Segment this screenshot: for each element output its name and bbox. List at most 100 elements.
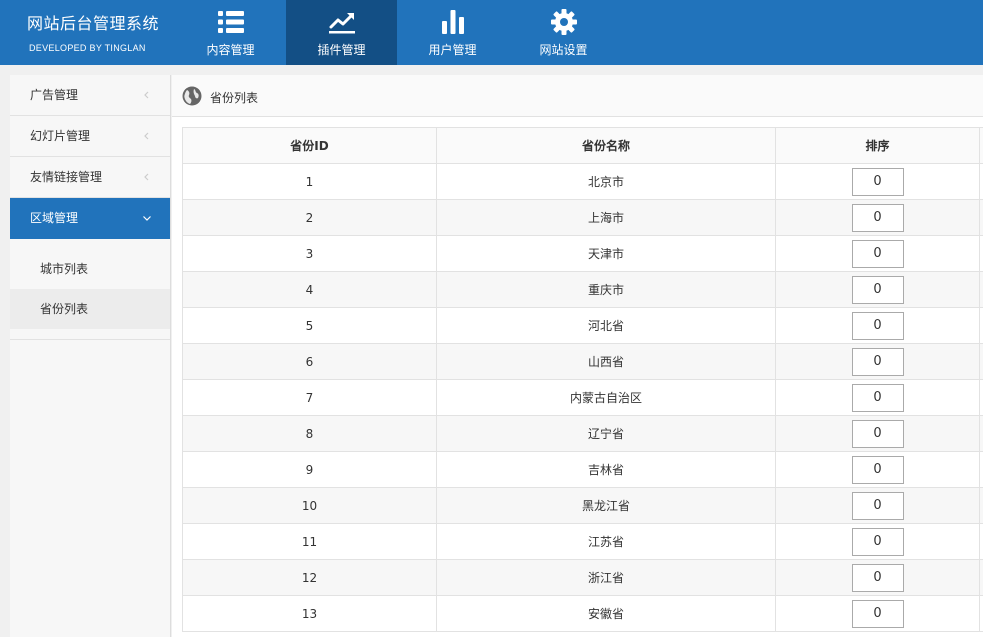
cell-province-name: 上海市 [436, 199, 776, 236]
cell-province-name: 浙江省 [436, 559, 776, 596]
cell-province-id: 4 [182, 271, 437, 308]
cell-sort [775, 235, 980, 272]
cell-province-name: 天津市 [436, 235, 776, 272]
cell-extra [979, 415, 983, 452]
table-row: 9 吉林省 [182, 451, 983, 488]
sidebar-item-label: 友情链接管理 [30, 170, 103, 184]
sort-input[interactable] [851, 599, 904, 628]
sort-input[interactable] [851, 419, 904, 448]
cell-province-id: 10 [182, 487, 437, 524]
sort-input[interactable] [851, 527, 904, 556]
cell-province-name: 江苏省 [436, 523, 776, 560]
nav-plugins[interactable]: 插件管理 [286, 0, 397, 65]
cell-province-name: 河北省 [436, 307, 776, 344]
cell-extra [979, 235, 983, 272]
table-row: 5 河北省 [182, 307, 983, 344]
list-icon [217, 11, 244, 33]
cell-province-id: 12 [182, 559, 437, 596]
sort-input[interactable] [851, 383, 904, 412]
cell-province-id: 5 [182, 307, 437, 344]
cell-province-id: 13 [182, 595, 437, 632]
globe-icon [182, 86, 202, 106]
cell-province-id: 11 [182, 523, 437, 560]
sort-input[interactable] [851, 347, 904, 376]
province-table: 省份ID 省份名称 排序 1北京市2上海市3天津市4重庆市5河北省6山西省7内蒙… [182, 127, 983, 632]
cell-extra [979, 451, 983, 488]
column-header-sort: 排序 [775, 127, 980, 164]
nav-users[interactable]: 用户管理 [397, 0, 508, 65]
cell-sort [775, 271, 980, 308]
cell-sort [775, 451, 980, 488]
sort-input[interactable] [851, 203, 904, 232]
table-row: 2 上海市 [182, 199, 983, 236]
table-row: 8 辽宁省 [182, 415, 983, 452]
sidebar-subitem-cities[interactable]: 城市列表 [10, 249, 170, 289]
app-title: 网站后台管理系统 [27, 14, 160, 33]
cell-province-name: 重庆市 [436, 271, 776, 308]
cell-sort [775, 415, 980, 452]
sidebar-item-links[interactable]: 友情链接管理 [10, 157, 170, 198]
sort-input[interactable] [851, 239, 904, 268]
cell-sort [775, 523, 980, 560]
cell-province-id: 6 [182, 343, 437, 380]
brand: 网站后台管理系统 DEVELOPED BY TINGLAN [0, 0, 180, 65]
cell-sort [775, 199, 980, 236]
sidebar-item-label: 幻灯片管理 [30, 129, 91, 143]
cell-extra [979, 307, 983, 344]
sidebar-item-label: 广告管理 [30, 88, 79, 102]
province-table-wrap: 省份ID 省份名称 排序 1北京市2上海市3天津市4重庆市5河北省6山西省7内蒙… [182, 127, 983, 637]
table-row: 10 黑龙江省 [182, 487, 983, 524]
cell-sort [775, 343, 980, 380]
cell-province-name: 山西省 [436, 343, 776, 380]
nav-label: 用户管理 [428, 43, 477, 57]
cell-extra [979, 595, 983, 632]
main-content: 省份列表 省份ID 省份名称 排序 1北京市2上海市3天津市4重庆市5河北省6山… [172, 75, 983, 637]
sort-input[interactable] [851, 311, 904, 340]
table-row: 3 天津市 [182, 235, 983, 272]
nav-label: 内容管理 [206, 43, 255, 57]
sidebar-item-ads[interactable]: 广告管理 [10, 75, 170, 116]
sidebar-submenu: 城市列表 省份列表 [10, 249, 170, 340]
cell-province-id: 2 [182, 199, 437, 236]
table-row: 11 江苏省 [182, 523, 983, 560]
cell-extra [979, 559, 983, 596]
table-row: 6 山西省 [182, 343, 983, 380]
bar-chart-icon [441, 10, 464, 34]
gear-icon [550, 9, 577, 35]
sort-input[interactable] [851, 455, 904, 484]
table-row: 12 浙江省 [182, 559, 983, 596]
sidebar-item-slides[interactable]: 幻灯片管理 [10, 116, 170, 157]
chevron-left-icon [144, 173, 149, 181]
nav-label: 插件管理 [317, 43, 366, 57]
table-header-row: 省份ID 省份名称 排序 [182, 127, 983, 164]
sort-input[interactable] [851, 275, 904, 304]
sidebar-item-label: 区域管理 [30, 211, 79, 225]
cell-province-name: 辽宁省 [436, 415, 776, 452]
column-header-name: 省份名称 [436, 127, 776, 164]
app-subtitle: DEVELOPED BY TINGLAN [29, 43, 146, 53]
column-header-id: 省份ID [182, 127, 437, 164]
breadcrumb: 省份列表 [172, 75, 983, 117]
sidebar: 广告管理 幻灯片管理 友情链接管理 区域管理 城市列表 省份列表 [10, 75, 171, 637]
cell-sort [775, 595, 980, 632]
cell-sort [775, 379, 980, 416]
cell-province-id: 8 [182, 415, 437, 452]
sort-input[interactable] [851, 563, 904, 592]
cell-province-name: 安徽省 [436, 595, 776, 632]
sort-input[interactable] [851, 167, 904, 196]
sidebar-item-region[interactable]: 区域管理 [10, 198, 170, 239]
nav-settings[interactable]: 网站设置 [508, 0, 619, 65]
cell-province-id: 9 [182, 451, 437, 488]
sidebar-subitem-provinces[interactable]: 省份列表 [10, 289, 170, 329]
chevron-left-icon [144, 91, 149, 99]
sort-input[interactable] [851, 491, 904, 520]
cell-extra [979, 163, 983, 200]
cell-extra [979, 271, 983, 308]
nav-content[interactable]: 内容管理 [175, 0, 286, 65]
cell-extra [979, 523, 983, 560]
cell-extra [979, 487, 983, 524]
cell-sort [775, 307, 980, 344]
column-header-extra [979, 127, 983, 164]
nav-label: 网站设置 [539, 43, 588, 57]
chevron-left-icon [144, 132, 149, 140]
